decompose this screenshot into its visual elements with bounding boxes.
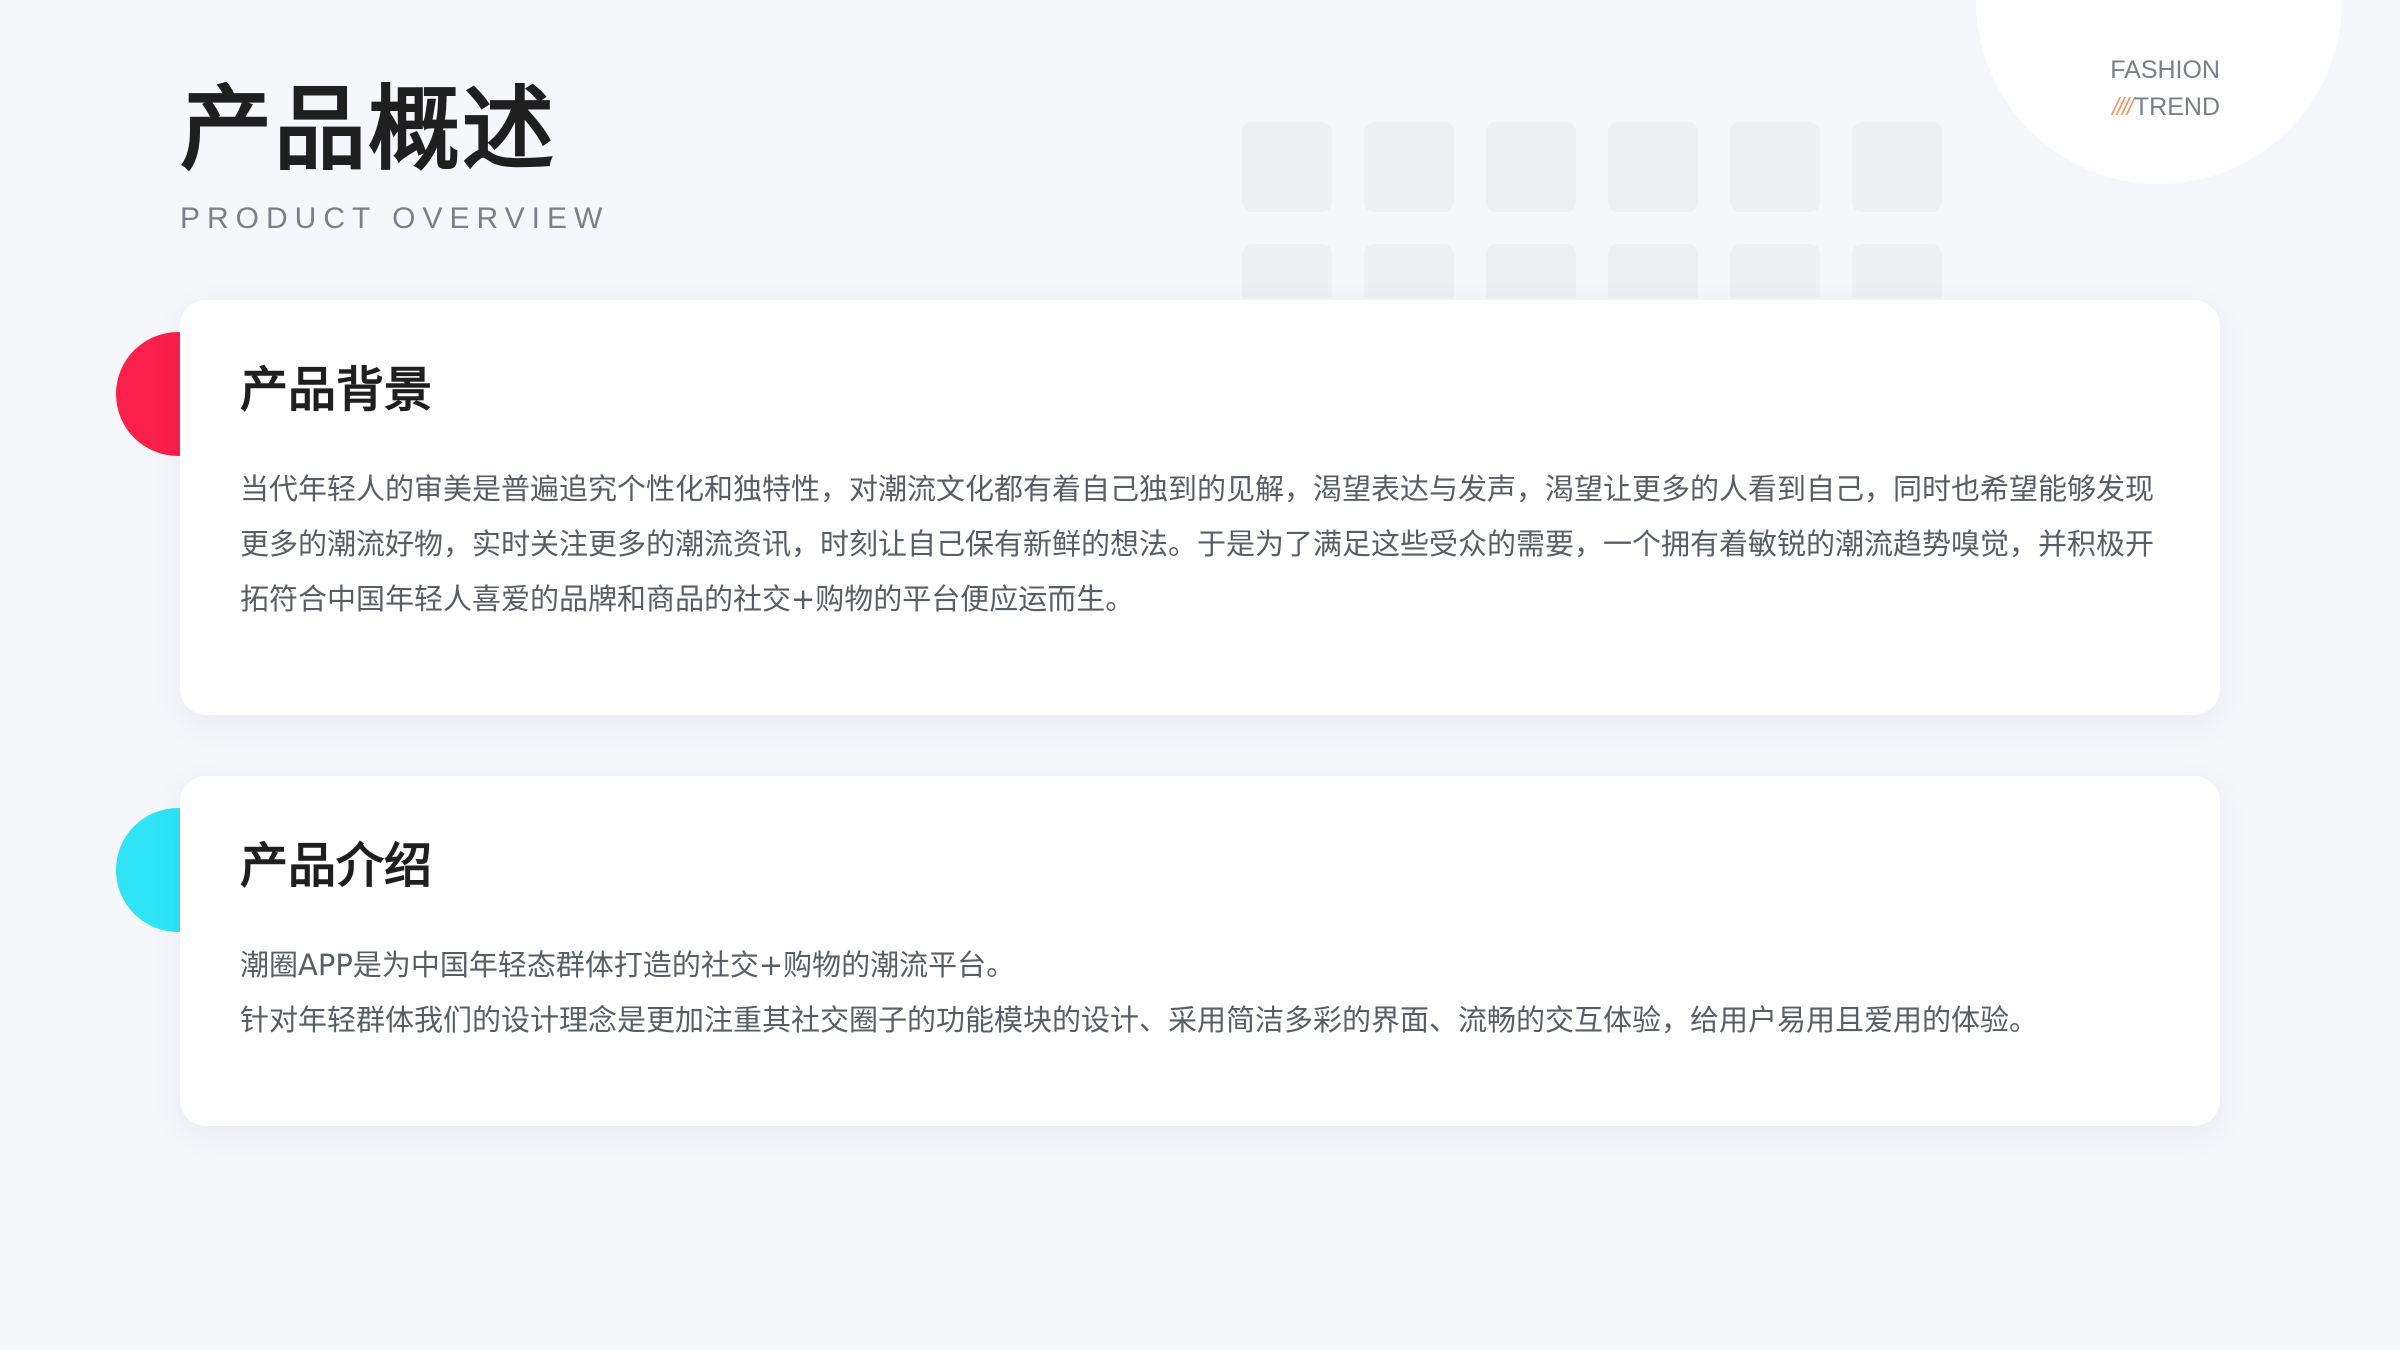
decorative-square [1242,122,1332,212]
section-card-intro: 产品介绍 潮圈APP是为中国年轻态群体打造的社交+购物的潮流平台。 针对年轻群体… [180,776,2220,1126]
decorative-square [1242,244,1332,298]
decorative-square [1608,122,1698,212]
decorative-grid [1242,122,1942,298]
decorative-square [1486,122,1576,212]
section-body: 当代年轻人的审美是普遍追究个性化和独特性，对潮流文化都有着自己独到的见解，渴望表… [240,462,2160,627]
badge-line-trend: ////TREND [2110,89,2220,126]
decorative-square [1730,244,1820,298]
decorative-square [1852,244,1942,298]
decorative-square [1608,244,1698,298]
decorative-square [1852,122,1942,212]
badge-line-fashion: FASHION [2110,56,2220,84]
decorative-square [1486,244,1576,298]
badge-trend-label: TREND [2133,93,2220,121]
page-title: 产品概述 [180,76,557,183]
section-paragraph: 当代年轻人的审美是普遍追究个性化和独特性，对潮流文化都有着自己独到的见解，渴望表… [240,472,2155,616]
section-card-background: 产品背景 当代年轻人的审美是普遍追究个性化和独特性，对潮流文化都有着自己独到的见… [180,300,2220,715]
stripes-icon: //// [2112,93,2134,121]
decorative-square [1364,122,1454,212]
decorative-square [1730,122,1820,212]
brand-badge: FASHION ////TREND [2110,52,2220,126]
slide: 产品概述 PRODUCT OVERVIEW FASHION ////TREND … [0,0,2400,1350]
section-body: 潮圈APP是为中国年轻态群体打造的社交+购物的潮流平台。 针对年轻群体我们的设计… [240,938,2160,1048]
section-title: 产品介绍 [240,838,433,894]
decorative-square [1364,244,1454,298]
section-paragraph: 潮圈APP是为中国年轻态群体打造的社交+购物的潮流平台。 [240,948,1016,982]
section-title: 产品背景 [240,362,433,418]
page-subtitle: PRODUCT OVERVIEW [180,202,610,235]
section-paragraph: 针对年轻群体我们的设计理念是更加注重其社交圈子的功能模块的设计、采用简洁多彩的界… [240,1003,2039,1037]
